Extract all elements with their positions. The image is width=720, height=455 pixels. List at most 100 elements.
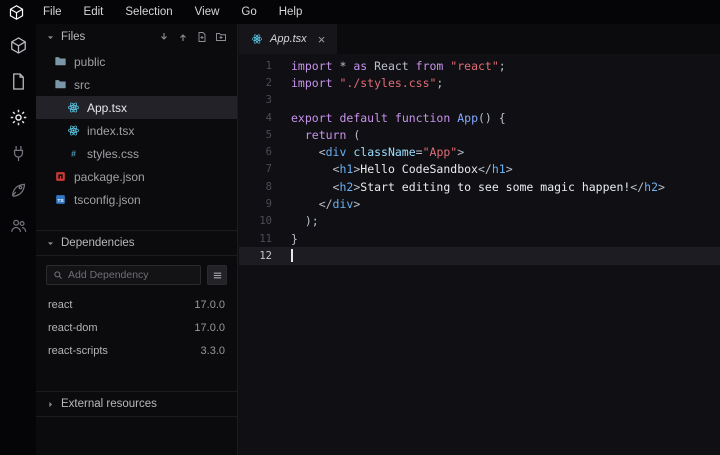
editor-tab-bar: App.tsx × [239, 24, 720, 54]
line-number: 10 [239, 215, 272, 227]
codesandbox-logo-icon[interactable] [8, 4, 25, 21]
react-icon [251, 33, 263, 45]
file-icon[interactable] [9, 72, 28, 91]
file-name: index.tsx [87, 124, 134, 138]
activity-bar [0, 24, 36, 455]
svg-text:#: # [71, 148, 76, 158]
line-number: 1 [239, 60, 272, 72]
code-text: <h1>Hello CodeSandbox</h1> [272, 162, 513, 176]
menu-item-view[interactable]: View [195, 6, 220, 18]
chevron-down-icon [46, 239, 55, 248]
chevron-down-icon [46, 33, 55, 42]
dependency-row-react[interactable]: react 17.0.0 [36, 293, 237, 316]
code-line-8[interactable]: 8 <h2>Start editing to see some magic ha… [239, 178, 720, 195]
upload-icon[interactable] [177, 31, 189, 43]
code-line-6[interactable]: 6 <div className="App"> [239, 143, 720, 160]
line-number: 3 [239, 94, 272, 106]
rocket-icon[interactable] [9, 180, 28, 199]
text-cursor [291, 249, 293, 262]
file-tree-item-index-tsx[interactable]: index.tsx [36, 119, 237, 142]
new-folder-icon[interactable] [215, 31, 227, 43]
react-icon [67, 101, 80, 114]
add-dependency-input[interactable] [68, 269, 194, 281]
files-section-header[interactable]: Files [36, 24, 237, 50]
dependency-version: 3.3.0 [201, 345, 225, 357]
menu-item-go[interactable]: Go [241, 6, 256, 18]
line-number: 11 [239, 233, 272, 245]
code-line-1[interactable]: 1import * as React from "react"; [239, 57, 720, 74]
external-resources-header[interactable]: External resources [36, 391, 237, 417]
file-tree-item-public[interactable]: public [36, 50, 237, 73]
code-line-10[interactable]: 10 ); [239, 213, 720, 230]
line-number: 5 [239, 129, 272, 141]
css-icon: # [67, 147, 80, 160]
code-line-2[interactable]: 2import "./styles.css"; [239, 74, 720, 91]
file-name: package.json [74, 170, 145, 184]
svg-text:TS: TS [57, 198, 64, 204]
menu-icon [212, 270, 223, 281]
code-text: import "./styles.css"; [272, 76, 443, 90]
dependency-search-row [36, 256, 237, 293]
users-icon[interactable] [9, 216, 28, 235]
code-line-9[interactable]: 9 </div> [239, 195, 720, 212]
code-text: ); [272, 214, 319, 228]
line-number: 12 [239, 250, 272, 262]
tab-app-tsx[interactable]: App.tsx × [239, 24, 337, 54]
dependency-name: react [48, 299, 72, 311]
folder-icon [54, 78, 67, 91]
files-section-title: Files [61, 31, 85, 43]
code-editor[interactable]: 1import * as React from "react";2import … [239, 54, 720, 455]
dependency-name: react-dom [48, 322, 98, 334]
dependencies-section-header[interactable]: Dependencies [36, 230, 237, 256]
menu-item-help[interactable]: Help [279, 6, 303, 18]
file-name: App.tsx [87, 101, 127, 115]
code-text: return ( [272, 128, 360, 142]
chevron-right-icon [46, 400, 55, 409]
line-number: 2 [239, 77, 272, 89]
dependency-row-react-scripts[interactable]: react-scripts 3.3.0 [36, 339, 237, 362]
file-tree-item-app-tsx[interactable]: App.tsx [36, 96, 237, 119]
menu-items: File Edit Selection View Go Help [43, 6, 324, 18]
dependency-version: 17.0.0 [194, 299, 225, 311]
code-line-11[interactable]: 11} [239, 230, 720, 247]
search-icon [53, 270, 63, 280]
files-actions [158, 31, 227, 43]
code-text: <div className="App"> [272, 145, 464, 159]
code-text: } [272, 232, 298, 246]
code-line-4[interactable]: 4export default function App() { [239, 109, 720, 126]
dependencies-section-title: Dependencies [61, 237, 135, 249]
dependency-menu-button[interactable] [207, 265, 227, 285]
file-tree-item-tsconfig-json[interactable]: TStsconfig.json [36, 188, 237, 211]
code-line-7[interactable]: 7 <h1>Hello CodeSandbox</h1> [239, 161, 720, 178]
dependency-version: 17.0.0 [194, 322, 225, 334]
dependency-name: react-scripts [48, 345, 108, 357]
menu-item-file[interactable]: File [43, 6, 62, 18]
file-name: public [74, 55, 105, 69]
line-number: 7 [239, 163, 272, 175]
line-number: 4 [239, 112, 272, 124]
react-icon [67, 124, 80, 137]
add-dependency-input-wrap [46, 265, 201, 285]
dependency-list: react 17.0.0 react-dom 17.0.0 react-scripts 3… [36, 293, 237, 362]
plug-icon[interactable] [9, 144, 28, 163]
code-line-12[interactable]: 12 [239, 247, 720, 264]
ts-icon: TS [54, 193, 67, 206]
tab-label: App.tsx [270, 33, 307, 45]
box-icon[interactable] [9, 36, 28, 55]
file-name: src [74, 78, 90, 92]
download-icon[interactable] [158, 31, 170, 43]
menu-item-edit[interactable]: Edit [84, 6, 104, 18]
file-tree-item-styles-css[interactable]: # styles.css [36, 142, 237, 165]
folder-icon [54, 55, 67, 68]
gear-icon[interactable] [9, 108, 28, 127]
dependency-row-react-dom[interactable]: react-dom 17.0.0 [36, 316, 237, 339]
code-line-5[interactable]: 5 return ( [239, 126, 720, 143]
menu-item-selection[interactable]: Selection [125, 6, 172, 18]
code-line-3[interactable]: 3 [239, 92, 720, 109]
close-icon[interactable]: × [318, 33, 326, 46]
file-name: styles.css [87, 147, 139, 161]
sidebar: Files public src App.tsx index.tsx # styles.c… [36, 24, 238, 455]
new-file-icon[interactable] [196, 31, 208, 43]
file-tree-item-package-json[interactable]: package.json [36, 165, 237, 188]
file-tree-item-src[interactable]: src [36, 73, 237, 96]
